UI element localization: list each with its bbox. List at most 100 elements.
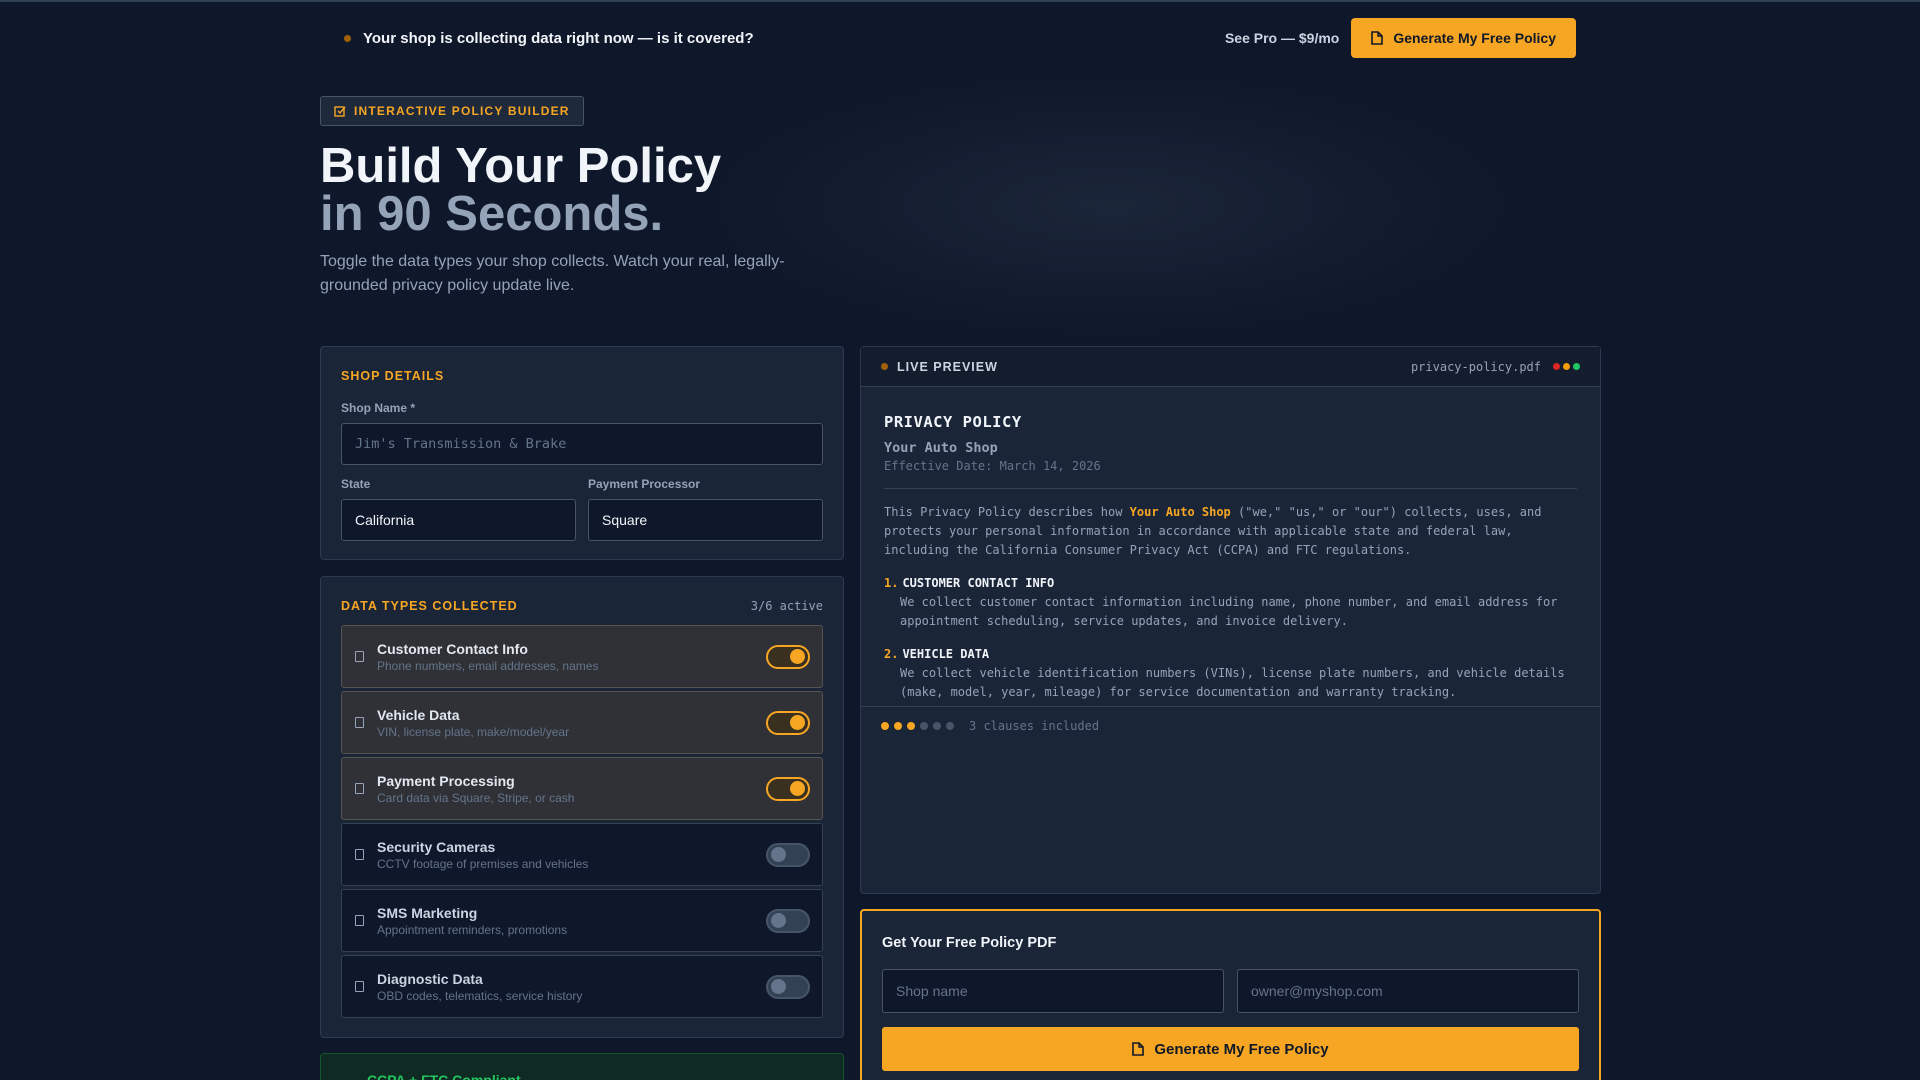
data-type-title: Security Cameras	[377, 838, 496, 855]
state-label: State	[341, 477, 371, 491]
policy-divider	[884, 488, 1577, 489]
document-icon	[355, 783, 364, 794]
window-controls	[1553, 363, 1580, 370]
data-type-title: Payment Processing	[377, 772, 515, 789]
payment-processor-input[interactable]	[588, 499, 823, 541]
diagnostic-data-toggle[interactable]	[766, 974, 810, 999]
policy-builder-badge: INTERACTIVE POLICY BUILDER	[320, 96, 584, 126]
clause-heading: 1. CUSTOMER CONTACT INFO	[884, 576, 1577, 590]
toggle-knob	[790, 649, 805, 664]
toggle-knob	[771, 847, 786, 862]
data-types-heading: DATA TYPES COLLECTED	[341, 599, 518, 613]
payment-processor-label: Payment Processor	[588, 477, 701, 491]
data-type-diagnostic-data[interactable]: Diagnostic Data OBD codes, telematics, s…	[341, 955, 823, 1018]
progress-dot-icon	[933, 722, 941, 730]
document-icon	[1371, 31, 1384, 45]
toggle-knob	[790, 781, 805, 796]
data-type-security-cameras[interactable]: Security Cameras CCTV footage of premise…	[341, 823, 823, 886]
data-types-panel: DATA TYPES COLLECTED 3/6 active Customer…	[320, 576, 844, 1038]
policy-builder-badge-label: INTERACTIVE POLICY BUILDER	[354, 104, 570, 118]
compliance-label: CCPA + FTC Compliant	[367, 1072, 521, 1080]
preview-filename: privacy-policy.pdf	[1410, 359, 1541, 374]
data-type-title: Customer Contact Info	[377, 640, 528, 657]
state-input[interactable]	[341, 499, 576, 541]
shop-details-panel: SHOP DETAILS Shop Name * State Payment P…	[320, 346, 844, 560]
document-icon	[355, 981, 364, 992]
policy-shop-name: Your Auto Shop	[884, 440, 998, 456]
shop-name-field-group: Shop Name *	[341, 401, 823, 465]
announcement-message-group: Your shop is collecting data right now —…	[320, 30, 754, 47]
background-glow	[700, 70, 1520, 340]
progress-dot-icon	[881, 722, 889, 730]
clause-heading: 2. VEHICLE DATA	[884, 647, 1577, 661]
edit-check-icon	[334, 106, 346, 117]
policy-intro: This Privacy Policy describes how Your A…	[884, 503, 1577, 560]
progress-dot-icon	[894, 722, 902, 730]
generate-policy-button-top[interactable]: Generate My Free Policy	[1351, 18, 1576, 58]
see-pro-link[interactable]: See Pro — $9/mo	[1225, 30, 1339, 46]
announcement-message: Your shop is collecting data right now —…	[363, 29, 754, 47]
payment-processor-field-group: Payment Processor	[588, 477, 823, 541]
vehicle-data-toggle[interactable]	[766, 710, 810, 735]
state-field-group: State	[341, 477, 576, 541]
live-preview-title-group: LIVE PREVIEW	[881, 360, 998, 374]
clause-progress: 3 clauses included	[861, 707, 1600, 745]
data-type-title: Vehicle Data	[377, 706, 460, 723]
lead-form-title: Get Your Free Policy PDF	[882, 935, 1057, 951]
window-dot-amber-icon	[1563, 363, 1570, 370]
document-icon	[1132, 1042, 1145, 1056]
progress-dot-icon	[907, 722, 915, 730]
lead-shop-name-input[interactable]	[882, 969, 1224, 1013]
toggle-knob	[790, 715, 805, 730]
data-type-desc: CCTV footage of premises and vehicles	[377, 856, 589, 871]
clause-body: We collect vehicle identification number…	[900, 666, 1565, 699]
document-icon	[355, 651, 364, 662]
window-dot-red-icon	[1553, 363, 1560, 370]
compliance-banner: CCPA + FTC Compliant	[320, 1053, 844, 1080]
generate-policy-button[interactable]: Generate My Free Policy	[882, 1027, 1579, 1071]
generate-policy-button-label: Generate My Free Policy	[1154, 1040, 1329, 1058]
data-type-desc: Appointment reminders, promotions	[377, 922, 568, 937]
data-type-desc: Card data via Square, Stripe, or cash	[377, 790, 575, 805]
lead-form-card: Get Your Free Policy PDF Generate My Fre…	[860, 909, 1601, 1080]
clause-title: CUSTOMER CONTACT INFO	[902, 576, 1055, 590]
data-type-vehicle-data[interactable]: Vehicle Data VIN, license plate, make/mo…	[341, 691, 823, 754]
document-icon	[355, 915, 364, 926]
data-type-customer-contact[interactable]: Customer Contact Info Phone numbers, ema…	[341, 625, 823, 688]
shop-details-heading: SHOP DETAILS	[341, 369, 445, 383]
live-preview-heading: LIVE PREVIEW	[897, 359, 998, 374]
shop-name-input[interactable]	[341, 423, 823, 465]
policy-title: PRIVACY POLICY	[884, 413, 1022, 431]
hero-title-line2: in 90 Seconds.	[320, 187, 664, 241]
shop-name-label: Shop Name *	[341, 401, 416, 415]
progress-dot-icon	[920, 722, 928, 730]
data-type-desc: VIN, license plate, make/model/year	[377, 724, 570, 739]
payment-processing-toggle[interactable]	[766, 776, 810, 801]
data-type-desc: OBD codes, telematics, service history	[377, 988, 583, 1003]
data-type-payment-processing[interactable]: Payment Processing Card data via Square,…	[341, 757, 823, 820]
generate-policy-button-top-label: Generate My Free Policy	[1393, 30, 1556, 46]
live-preview-panel: LIVE PREVIEW privacy-policy.pdf PRIVACY …	[860, 346, 1601, 894]
lead-email-input[interactable]	[1237, 969, 1579, 1013]
customer-contact-toggle[interactable]	[766, 644, 810, 669]
data-type-title: Diagnostic Data	[377, 970, 483, 987]
policy-intro-shop-highlight: Your Auto Shop	[1129, 505, 1231, 519]
document-icon	[355, 717, 364, 728]
clause-body: We collect customer contact information …	[900, 595, 1558, 628]
sms-marketing-toggle[interactable]	[766, 908, 810, 933]
policy-effective-date: Effective Date: March 14, 2026	[884, 459, 1101, 473]
security-cameras-toggle[interactable]	[766, 842, 810, 867]
data-type-sms-marketing[interactable]: SMS Marketing Appointment reminders, pro…	[341, 889, 823, 952]
announcement-bar: Your shop is collecting data right now —…	[320, 18, 1576, 58]
toggle-knob	[771, 913, 786, 928]
live-indicator-icon	[881, 363, 888, 370]
data-type-title: SMS Marketing	[377, 904, 478, 921]
window-dot-green-icon	[1573, 363, 1580, 370]
document-icon	[355, 849, 364, 860]
progress-dot-icon	[946, 722, 954, 730]
hero-subtitle: Toggle the data types your shop collects…	[320, 253, 785, 294]
live-preview-header: LIVE PREVIEW privacy-policy.pdf	[861, 347, 1600, 387]
toggle-knob	[771, 979, 786, 994]
active-count: 3/6 active	[750, 599, 823, 613]
clauses-included-count: 3 clauses included	[969, 719, 1100, 733]
